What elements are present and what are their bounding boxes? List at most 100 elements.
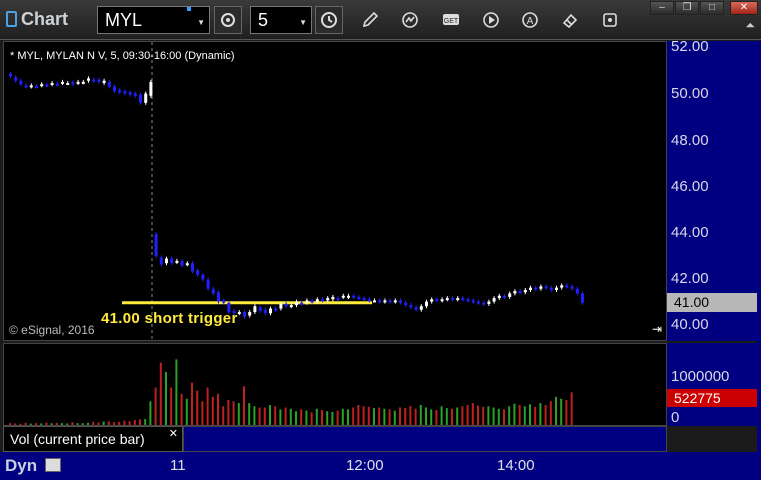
pin-icon[interactable]: ⏶ <box>745 18 755 33</box>
last-price-marker: 41.00 <box>667 293 757 312</box>
volume-pane[interactable] <box>3 343 667 426</box>
interval-settings-button[interactable] <box>315 6 343 34</box>
volume-bar <box>217 393 219 425</box>
legend-bar <box>183 426 667 452</box>
time-label: 12:00 <box>346 457 384 474</box>
price-axis[interactable]: 52.00 50.00 48.00 46.00 44.00 42.00 41.0… <box>667 38 757 341</box>
copyright-label: © eSignal, 2016 <box>9 323 95 337</box>
volume-bar <box>435 410 438 425</box>
candle <box>492 296 496 304</box>
price-chart[interactable]: * MYL, MYLAN N V, 5, 09:30-16:00 (Dynami… <box>3 41 667 341</box>
candle <box>529 285 532 292</box>
interval-dropdown-arrow-icon[interactable]: ▼ <box>299 18 307 27</box>
candle <box>440 297 444 303</box>
volume-bar <box>549 401 552 425</box>
minimize-button[interactable]: – <box>650 1 674 15</box>
candle <box>9 71 12 79</box>
alert-icon[interactable]: A <box>520 10 540 30</box>
candle <box>206 277 210 291</box>
candle <box>534 285 538 291</box>
go-to-end-icon[interactable]: ⇥ <box>652 322 662 336</box>
link-flag-icon <box>187 7 191 11</box>
candle <box>425 299 428 309</box>
properties-icon[interactable] <box>600 10 620 30</box>
volume-bar <box>133 420 136 425</box>
candle <box>435 297 439 303</box>
volume-bar <box>466 405 469 425</box>
volume-bar <box>331 411 334 425</box>
chart-app-icon <box>6 11 17 27</box>
candle <box>180 258 184 268</box>
eraser-icon[interactable] <box>560 10 580 30</box>
restore-button[interactable]: ❐ <box>675 1 699 15</box>
maximize-button[interactable]: □ <box>700 1 724 15</box>
gear-icon <box>221 13 235 27</box>
volume-bar <box>310 412 313 425</box>
price-tick: 40.00 <box>671 316 709 333</box>
volume-axis[interactable]: 1000000 522775 0 <box>667 343 757 426</box>
close-study-icon[interactable]: ✕ <box>169 427 178 440</box>
volume-bar <box>445 408 448 425</box>
candle <box>71 80 75 86</box>
volume-bar <box>336 410 339 425</box>
volume-bar <box>248 403 251 425</box>
volume-bar <box>107 421 110 425</box>
study-icon[interactable] <box>400 10 420 30</box>
volume-bar <box>222 406 225 425</box>
price-tick: 44.00 <box>671 224 709 241</box>
candle <box>269 306 272 316</box>
candle <box>388 298 392 304</box>
candle <box>258 305 262 313</box>
volume-bar <box>440 406 443 425</box>
price-tick: 46.00 <box>671 178 709 195</box>
volume-tick: 0 <box>671 409 680 426</box>
get-data-icon[interactable]: GET <box>441 10 461 30</box>
volume-bar <box>518 405 521 425</box>
symbol-input[interactable]: MYL ▼ <box>97 6 210 34</box>
volume-bar <box>243 386 245 425</box>
candle <box>393 298 397 304</box>
candle <box>170 256 174 266</box>
candle <box>581 291 584 305</box>
play-icon[interactable] <box>481 10 501 30</box>
app-title: Chart <box>6 9 68 30</box>
dynamic-mode-label[interactable]: Dyn <box>5 456 37 476</box>
volume-bar <box>66 423 69 425</box>
candle <box>81 79 85 85</box>
candle <box>211 286 215 296</box>
symbol-settings-button[interactable] <box>214 6 242 34</box>
volume-bar <box>362 406 365 425</box>
candle <box>118 88 122 95</box>
candle <box>503 293 506 299</box>
candle <box>165 256 168 266</box>
volume-bar <box>206 387 209 425</box>
volume-legend[interactable]: Vol (current price bar) ✕ <box>3 426 183 452</box>
volume-bar <box>128 421 131 425</box>
time-axis[interactable]: Dyn 11 12:00 14:00 <box>0 452 761 480</box>
volume-bar <box>352 407 355 425</box>
short-trigger-annotation[interactable]: 41.00 short trigger <box>101 310 238 327</box>
volume-bar <box>529 404 531 425</box>
symbol-dropdown-arrow-icon[interactable]: ▼ <box>197 18 205 27</box>
candle <box>76 79 80 86</box>
candle <box>555 285 558 292</box>
volume-bar <box>305 410 308 425</box>
close-button[interactable]: ✕ <box>730 1 758 15</box>
volume-bar <box>61 423 63 425</box>
volume-bar <box>492 407 495 425</box>
time-label: 14:00 <box>497 457 535 474</box>
candle <box>35 84 38 89</box>
interval-input[interactable]: 5 ▼ <box>250 6 312 34</box>
volume-bar <box>76 423 79 425</box>
draw-pencil-icon[interactable] <box>360 10 380 30</box>
volume-bar <box>185 398 188 425</box>
candle <box>357 294 361 301</box>
candle <box>40 82 44 88</box>
volume-bar <box>570 392 573 425</box>
lock-icon[interactable] <box>45 458 61 472</box>
candle <box>347 293 350 299</box>
volume-bar <box>508 406 511 425</box>
volume-bar <box>388 409 391 425</box>
candle <box>201 272 205 282</box>
candle <box>461 296 465 302</box>
